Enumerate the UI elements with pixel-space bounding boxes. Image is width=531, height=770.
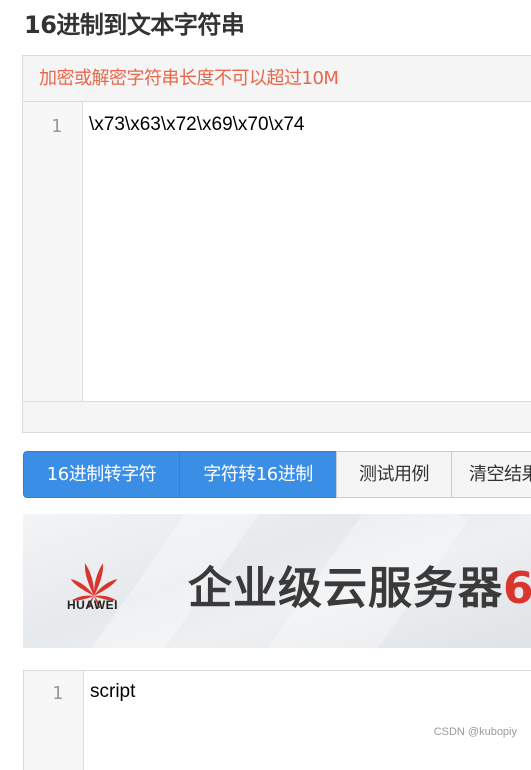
- output-code-line[interactable]: script: [90, 681, 135, 703]
- input-code-line[interactable]: \x73\x63\x72\x69\x70\x74: [89, 114, 304, 136]
- watermark: CSDN @kubopiy: [433, 726, 517, 738]
- clear-result-button[interactable]: 清空结果: [451, 451, 531, 498]
- page-title: 16进制到文本字符串: [24, 11, 245, 39]
- input-editor[interactable]: 1 \x73\x63\x72\x69\x70\x74: [23, 102, 531, 404]
- output-line-number-gutter: 1: [24, 671, 84, 770]
- input-panel: 加密或解密字符串长度不可以超过10M 1 \x73\x63\x72\x69\x7…: [22, 55, 531, 433]
- output-panel: 1 script: [23, 670, 531, 770]
- line-number-gutter: 1: [23, 102, 83, 404]
- hex-to-text-button[interactable]: 16进制转字符: [23, 451, 180, 498]
- line-number: 1: [52, 683, 63, 704]
- test-case-button[interactable]: 测试用例: [336, 451, 452, 498]
- input-panel-footer: [23, 401, 531, 432]
- input-panel-header: 加密或解密字符串长度不可以超过10M: [23, 56, 531, 102]
- ad-banner[interactable]: HUAWEI 企业级云服务器6: [23, 514, 531, 648]
- huawei-brand-text: HUAWEI: [67, 598, 118, 612]
- ad-slogan: 企业级云服务器6: [188, 563, 531, 614]
- text-to-hex-button[interactable]: 字符转16进制: [179, 451, 337, 498]
- line-number: 1: [51, 116, 62, 137]
